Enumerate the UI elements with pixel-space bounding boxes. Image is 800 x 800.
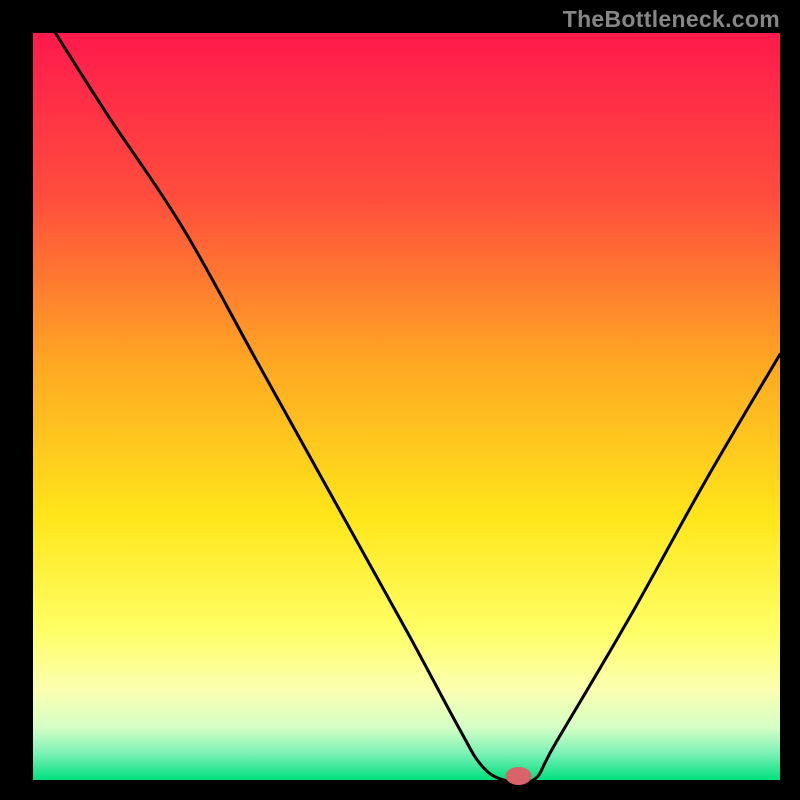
chart-container: TheBottleneck.com	[0, 0, 800, 800]
watermark-text: TheBottleneck.com	[563, 6, 780, 33]
bottleneck-chart	[0, 0, 800, 800]
optimal-marker	[506, 767, 532, 785]
plot-area	[33, 33, 780, 780]
